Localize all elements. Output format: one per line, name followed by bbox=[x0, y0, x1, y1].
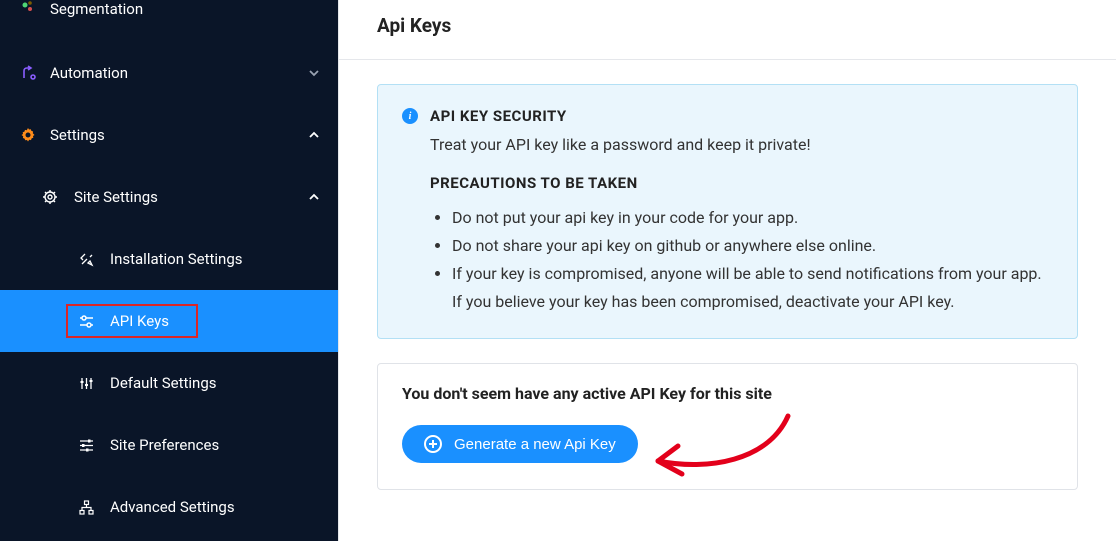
plus-circle-icon bbox=[424, 435, 442, 453]
security-alert: i API KEY SECURITY Treat your API key li… bbox=[377, 84, 1078, 339]
segmentation-icon bbox=[18, 0, 38, 14]
alert-description: Treat your API key like a password and k… bbox=[430, 135, 1053, 154]
sidebar-item-api-keys[interactable]: API Keys bbox=[0, 290, 338, 352]
sidebar-item-default[interactable]: Default Settings bbox=[0, 352, 338, 414]
alert-list: Do not put your api key in your code for… bbox=[452, 204, 1053, 316]
button-label: Generate a new Api Key bbox=[454, 436, 616, 453]
chevron-down-icon bbox=[308, 67, 320, 79]
empty-state-title: You don't seem have any active API Key f… bbox=[402, 384, 1053, 403]
nav-label: Automation bbox=[50, 64, 128, 82]
nav-label: Advanced Settings bbox=[110, 498, 235, 516]
sliders-icon bbox=[76, 314, 96, 329]
nav-label: Segmentation bbox=[50, 0, 143, 18]
automation-icon bbox=[18, 65, 38, 81]
sidebar-item-advanced[interactable]: Advanced Settings bbox=[0, 476, 338, 538]
gear-icon bbox=[18, 127, 38, 143]
page-title: Api Keys bbox=[339, 0, 1116, 60]
tools-icon bbox=[76, 252, 96, 267]
nav-label: API Keys bbox=[110, 312, 169, 330]
alert-bullet: If your key is compromised, anyone will … bbox=[452, 260, 1053, 316]
alert-bullet: Do not put your api key in your code for… bbox=[452, 204, 1053, 232]
annotation-arrow bbox=[638, 406, 798, 496]
sidebar-item-segmentation[interactable]: Segmentation bbox=[0, 0, 338, 42]
sidebar-sub-site-settings[interactable]: Site Settings bbox=[0, 166, 338, 228]
gear-outline-icon bbox=[40, 189, 60, 205]
preferences-icon bbox=[76, 438, 96, 453]
nav-label: Site Settings bbox=[74, 188, 158, 206]
sidebar-item-settings[interactable]: Settings bbox=[0, 104, 338, 166]
sidebar: Segmentation Automation Settings Site Se… bbox=[0, 0, 338, 541]
hierarchy-icon bbox=[76, 500, 96, 515]
main-content: Api Keys i API KEY SECURITY Treat your A… bbox=[338, 0, 1116, 541]
sidebar-item-automation[interactable]: Automation bbox=[0, 42, 338, 104]
generate-api-key-button[interactable]: Generate a new Api Key bbox=[402, 425, 638, 463]
nav-label: Settings bbox=[50, 126, 105, 144]
nav-label: Default Settings bbox=[110, 374, 217, 392]
chevron-up-icon bbox=[308, 191, 320, 203]
info-icon: i bbox=[402, 108, 418, 124]
chevron-up-icon bbox=[308, 129, 320, 141]
sidebar-item-installation[interactable]: Installation Settings bbox=[0, 228, 338, 290]
nav-label: Installation Settings bbox=[110, 250, 243, 268]
nav-label: Site Preferences bbox=[110, 436, 219, 454]
sidebar-item-preferences[interactable]: Site Preferences bbox=[0, 414, 338, 476]
alert-title: API KEY SECURITY bbox=[430, 107, 567, 125]
equalizer-icon bbox=[76, 376, 96, 391]
api-key-card: You don't seem have any active API Key f… bbox=[377, 363, 1078, 490]
alert-subheading: PRECAUTIONS TO BE TAKEN bbox=[430, 174, 1053, 192]
alert-bullet: Do not share your api key on github or a… bbox=[452, 232, 1053, 260]
